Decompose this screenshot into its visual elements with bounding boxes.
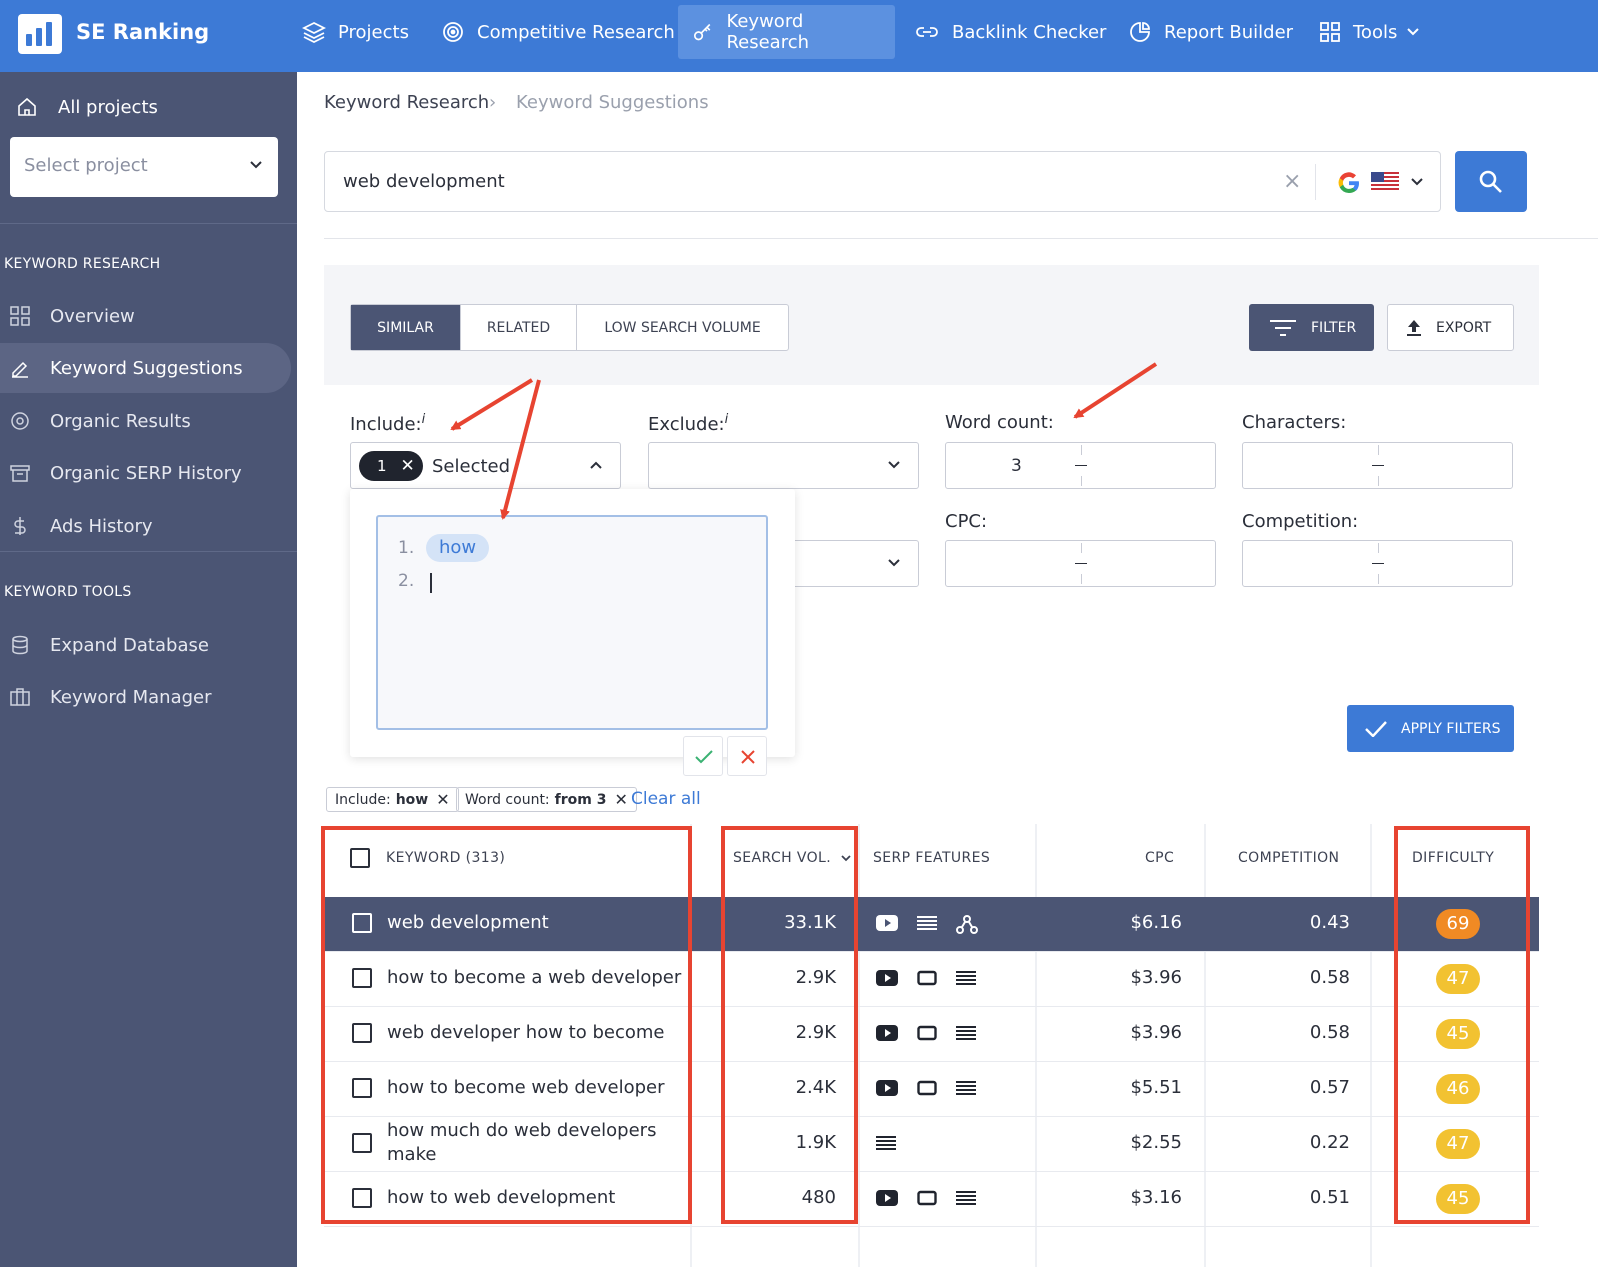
annotation-arrow <box>1073 362 1158 419</box>
annotation-arrow <box>500 379 541 520</box>
annotation-arrows <box>450 362 1158 520</box>
annotation-arrow <box>450 378 534 431</box>
